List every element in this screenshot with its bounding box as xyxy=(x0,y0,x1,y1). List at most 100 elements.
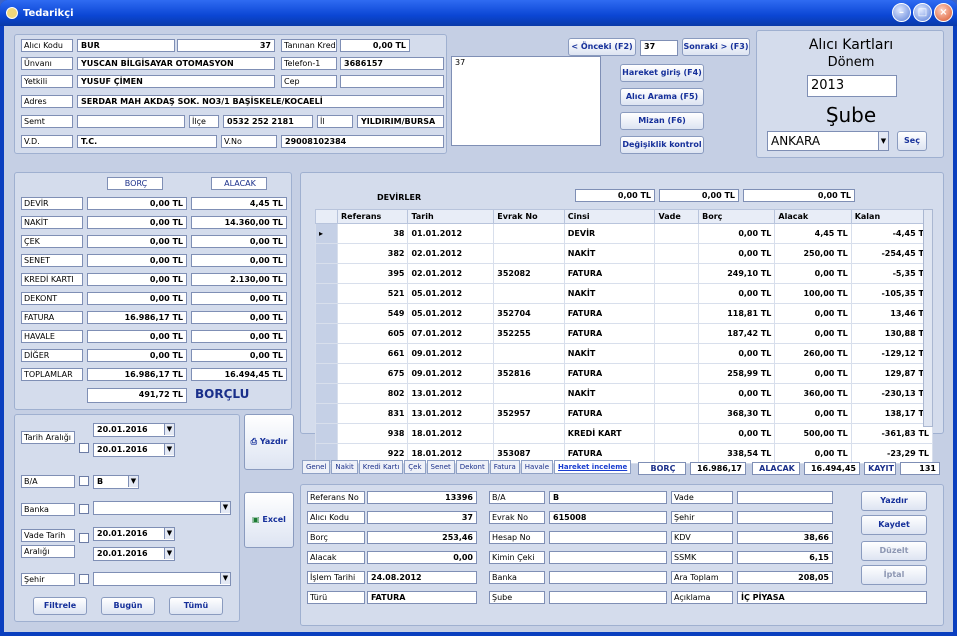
tab-item[interactable]: Genel xyxy=(302,460,331,474)
table-cell[interactable]: 0,00 TL xyxy=(698,243,776,264)
table-cell[interactable]: FATURA xyxy=(563,323,656,344)
city-checkbox[interactable] xyxy=(79,574,89,584)
table-cell[interactable]: -5,35 TL xyxy=(850,263,934,284)
branch-select-button[interactable]: Seç xyxy=(897,131,927,151)
table-cell[interactable]: 605 xyxy=(336,323,409,344)
table-cell[interactable]: 831 xyxy=(336,403,409,424)
table-cell[interactable]: 675 xyxy=(336,363,409,384)
rep-field[interactable]: YUSUF ÇİMEN xyxy=(77,75,275,88)
table-row[interactable]: ▸ 38 01.01.2012 DEVİR 0,00 TL 4,45 TL -4,45 TL xyxy=(315,223,934,244)
date-range-checkbox[interactable] xyxy=(79,443,89,453)
tab-item[interactable]: Çek xyxy=(404,460,426,474)
table-cell[interactable] xyxy=(654,383,700,404)
table-cell[interactable] xyxy=(654,263,700,284)
row-indicator[interactable] xyxy=(315,383,338,404)
column-header[interactable]: Alacak xyxy=(774,209,852,224)
row-indicator[interactable] xyxy=(315,323,338,344)
calendar-icon[interactable]: ▼ xyxy=(164,424,174,435)
tab-item[interactable]: Kredi Kartı xyxy=(358,460,404,474)
today-button[interactable]: Bugün xyxy=(101,597,155,615)
column-header[interactable]: Referans xyxy=(336,209,409,224)
chevron-down-icon[interactable]: ▼ xyxy=(220,502,230,513)
ba-field-detail[interactable]: B xyxy=(549,491,667,504)
print-button[interactable]: ⎙ Yazdır xyxy=(244,414,294,470)
branch-select[interactable]: ANKARA ▼ xyxy=(767,131,889,151)
tab-item[interactable]: Senet xyxy=(426,460,455,474)
row-indicator[interactable] xyxy=(315,263,338,284)
table-cell[interactable]: 260,00 TL xyxy=(774,343,852,364)
row-indicator[interactable] xyxy=(315,403,338,424)
table-cell[interactable]: 01.01.2012 xyxy=(407,223,495,244)
table-cell[interactable] xyxy=(654,403,700,424)
table-cell[interactable] xyxy=(654,343,700,364)
chevron-down-icon[interactable]: ▼ xyxy=(220,573,230,584)
desc-field-detail[interactable]: İÇ PİYASA xyxy=(737,591,927,604)
ssdf-field-detail[interactable]: 6,15 xyxy=(737,551,833,564)
table-cell[interactable]: 352816 xyxy=(493,363,565,384)
debit-field-detail[interactable]: 253,46 xyxy=(367,531,477,544)
year-field[interactable]: 2013 xyxy=(807,75,897,97)
row-indicator[interactable] xyxy=(315,363,338,384)
table-cell[interactable] xyxy=(654,223,700,244)
table-cell[interactable] xyxy=(654,423,700,444)
table-cell[interactable] xyxy=(493,383,565,404)
column-header[interactable]: Kalan xyxy=(850,209,934,224)
table-cell[interactable]: 938 xyxy=(336,423,409,444)
table-cell[interactable]: -254,45 TL xyxy=(850,243,934,264)
row-indicator[interactable] xyxy=(315,283,338,304)
table-row[interactable]: 395 02.01.2012 352082 FATURA 249,10 TL 0,00 T… xyxy=(315,263,934,284)
column-header[interactable]: Tarih xyxy=(407,209,495,224)
mobile-field[interactable] xyxy=(340,75,444,88)
table-cell[interactable]: -105,35 TL xyxy=(850,283,934,304)
table-cell[interactable] xyxy=(654,323,700,344)
table-cell[interactable]: 360,00 TL xyxy=(774,383,852,404)
calendar-icon[interactable]: ▼ xyxy=(164,548,174,559)
due-field-detail[interactable] xyxy=(737,491,833,504)
detail-save-button[interactable]: Kaydet xyxy=(861,515,927,535)
row-indicator[interactable] xyxy=(315,343,338,364)
table-cell[interactable]: 368,30 TL xyxy=(698,403,776,424)
table-cell[interactable]: 05.01.2012 xyxy=(407,303,495,324)
title-field[interactable]: YUSCAN BİLGİSAYAR OTOMASYON xyxy=(77,57,275,70)
due-to-field[interactable]: 20.01.2016 ▼ xyxy=(93,547,175,561)
bank-select[interactable]: ▼ xyxy=(93,501,231,515)
tax-office-field[interactable]: T.C. xyxy=(77,135,217,148)
table-cell[interactable]: NAKİT xyxy=(563,283,656,304)
row-indicator[interactable] xyxy=(315,243,338,264)
table-cell[interactable]: 802 xyxy=(336,383,409,404)
row-indicator[interactable] xyxy=(315,423,338,444)
table-cell[interactable]: 382 xyxy=(336,243,409,264)
table-cell[interactable]: 13,46 TL xyxy=(850,303,934,324)
table-row[interactable]: 675 09.01.2012 352816 FATURA 258,99 TL 0,00 T… xyxy=(315,363,934,384)
doc-field-detail[interactable]: 615008 xyxy=(549,511,667,524)
table-cell[interactable] xyxy=(654,303,700,324)
minimize-button[interactable]: – xyxy=(892,3,911,22)
excel-button[interactable]: ▣ Excel xyxy=(244,492,294,548)
table-cell[interactable]: 100,00 TL xyxy=(774,283,852,304)
phone-field[interactable]: 3686157 xyxy=(340,57,444,70)
ref-field[interactable]: 13396 xyxy=(367,491,477,504)
table-cell[interactable]: 02.01.2012 xyxy=(407,243,495,264)
grid-scrollbar[interactable] xyxy=(923,209,933,427)
table-cell[interactable]: -23,29 TL xyxy=(850,443,934,464)
table-cell[interactable] xyxy=(493,223,565,244)
table-cell[interactable]: FATURA xyxy=(563,363,656,384)
credit-field[interactable]: 0,00 TL xyxy=(340,39,410,52)
table-cell[interactable]: -4,45 TL xyxy=(850,223,934,244)
table-row[interactable]: 605 07.01.2012 352255 FATURA 187,42 TL 0,00 T… xyxy=(315,323,934,344)
column-header[interactable]: Evrak No xyxy=(493,209,565,224)
detail-cancel-button[interactable]: İptal xyxy=(861,565,927,585)
account-field-detail[interactable] xyxy=(549,531,667,544)
table-cell[interactable]: 13.01.2012 xyxy=(407,383,495,404)
table-row[interactable]: 831 13.01.2012 352957 FATURA 368,30 TL 0,00 T… xyxy=(315,403,934,424)
table-cell[interactable]: 249,10 TL xyxy=(698,263,776,284)
table-cell[interactable]: 661 xyxy=(336,343,409,364)
vat-field-detail[interactable]: 38,66 xyxy=(737,531,833,544)
table-cell[interactable]: 129,87 TL xyxy=(850,363,934,384)
district-field[interactable] xyxy=(77,115,185,128)
tab-item[interactable]: Dekont xyxy=(455,460,489,474)
type-select[interactable]: B ▼ xyxy=(93,475,139,489)
table-cell[interactable]: FATURA xyxy=(563,303,656,324)
note-field[interactable]: 37 xyxy=(451,56,601,146)
table-cell[interactable] xyxy=(654,363,700,384)
